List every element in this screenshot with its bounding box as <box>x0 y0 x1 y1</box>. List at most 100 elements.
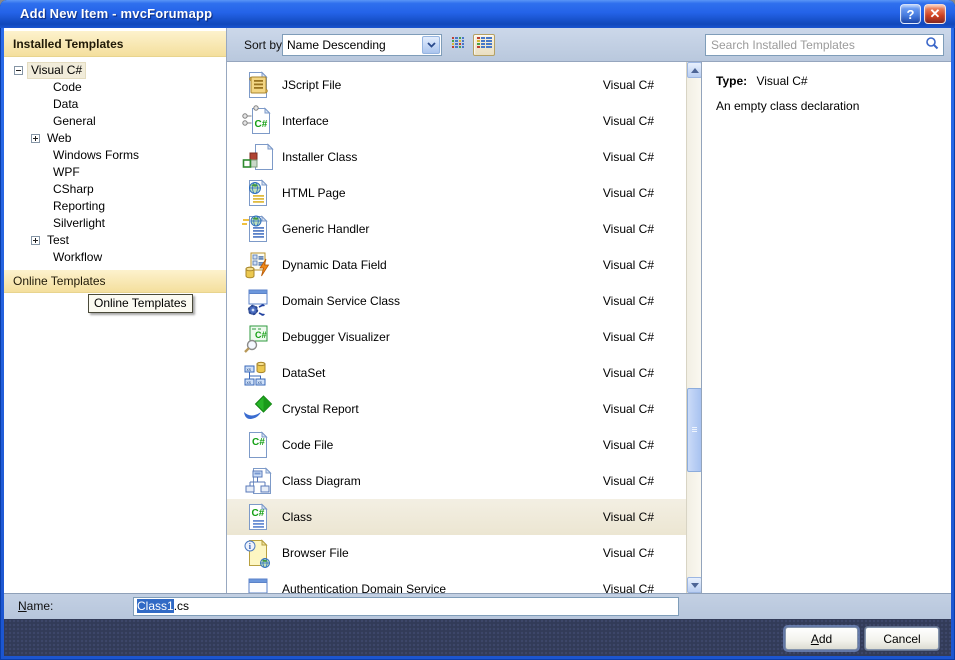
tree-item-label[interactable]: CSharp <box>50 182 97 197</box>
scrollbar-down-icon[interactable] <box>687 577 702 593</box>
tree-item-data[interactable]: Data <box>4 96 226 113</box>
tree-item-label[interactable]: General <box>50 114 99 129</box>
chevron-down-icon <box>422 36 440 54</box>
tree-item-code[interactable]: Code <box>4 79 226 96</box>
svg-text:C#: C# <box>252 508 265 519</box>
list-scrollbar[interactable] <box>686 62 701 593</box>
tree-item-label[interactable]: Code <box>50 80 85 95</box>
list-item-jscript-file[interactable]: JScript FileVisual C# <box>227 67 686 103</box>
medium-icons-view-button[interactable] <box>473 34 495 56</box>
cancel-button[interactable]: Cancel <box>865 627 939 650</box>
list-item-dynamic-data-field[interactable]: Dynamic Data FieldVisual C# <box>227 247 686 283</box>
help-icon: ? <box>907 7 915 22</box>
html-page-icon <box>242 177 274 209</box>
title-bar[interactable]: Add New Item - mvcForumapp ? ✕ <box>0 0 955 28</box>
add-button[interactable]: Add <box>785 627 858 650</box>
search-icon[interactable] <box>925 36 939 55</box>
template-name: Domain Service Class <box>282 294 400 308</box>
tree-item-wpf[interactable]: WPF <box>4 164 226 181</box>
debugger-visualizer-icon: C# <box>242 321 274 353</box>
templates-sidebar: Installed Templates Visual C#Code Data Gen… <box>4 28 226 593</box>
tree-item-general[interactable]: General <box>4 113 226 130</box>
tree-item-label[interactable]: Test <box>44 233 72 248</box>
tree-item-label[interactable]: Silverlight <box>50 216 108 231</box>
list-item-class[interactable]: C#ClassVisual C# <box>227 499 686 535</box>
template-category: Visual C# <box>603 366 654 380</box>
tree-item-csharp[interactable]: CSharp <box>4 181 226 198</box>
template-name: Class Diagram <box>282 474 361 488</box>
tree-expander-plus-icon[interactable] <box>31 134 40 143</box>
list-item-debugger-visualizer[interactable]: C#Debugger VisualizerVisual C# <box>227 319 686 355</box>
add-new-item-dialog: Add New Item - mvcForumapp ? ✕ Installed… <box>0 0 955 660</box>
template-category: Visual C# <box>603 294 654 308</box>
tree-item-label[interactable]: Windows Forms <box>50 148 142 163</box>
template-name: Code File <box>282 438 333 452</box>
tree-item-web[interactable]: Web <box>4 130 226 147</box>
tree-item-windows-forms[interactable]: Windows Forms <box>4 147 226 164</box>
template-name: Crystal Report <box>282 402 359 416</box>
code-file-icon: C# <box>242 429 274 461</box>
template-category: Visual C# <box>603 474 654 488</box>
tree-item-workflow[interactable]: Workflow <box>4 249 226 266</box>
name-input[interactable]: Class1.cs <box>133 597 679 616</box>
list-item-generic-handler[interactable]: Generic HandlerVisual C# <box>227 211 686 247</box>
template-category: Visual C# <box>603 222 654 236</box>
scrollbar-up-icon[interactable] <box>687 62 702 78</box>
template-category: Visual C# <box>603 258 654 272</box>
class-icon: C# <box>242 501 274 533</box>
template-name: Debugger Visualizer <box>282 330 390 344</box>
tree-item-silverlight[interactable]: Silverlight <box>4 215 226 232</box>
template-type-line: Type: Visual C# <box>716 74 951 88</box>
list-item-installer-class[interactable]: Installer Class Visual C# <box>227 139 686 175</box>
template-name: Installer Class <box>282 150 357 164</box>
template-description: An empty class declaration <box>716 99 951 113</box>
template-name: JScript File <box>282 78 341 92</box>
scrollbar-thumb[interactable] <box>687 388 702 472</box>
tree-item-label[interactable]: Data <box>50 97 81 112</box>
list-item-dataset[interactable]: xsxsxsDataSetVisual C# <box>227 355 686 391</box>
sort-dropdown[interactable]: Name Descending <box>282 34 442 56</box>
tree-item-test[interactable]: Test <box>4 232 226 249</box>
domain-service-class-icon <box>242 285 274 317</box>
tree-item-label[interactable]: Web <box>44 131 74 146</box>
list-item-crystal-report[interactable]: Crystal ReportVisual C# <box>227 391 686 427</box>
templates-tree: Visual C#Code Data General Web Windows Forms… <box>4 62 226 266</box>
tree-expander-minus-icon[interactable] <box>14 66 23 75</box>
class-diagram-icon <box>242 465 274 497</box>
browser-file-icon: i <box>242 537 274 569</box>
generic-handler-icon <box>242 213 274 245</box>
tree-item-label[interactable]: Visual C# <box>27 62 86 79</box>
installed-templates-header[interactable]: Installed Templates <box>4 31 226 57</box>
sort-by-label: Sort by: <box>244 38 285 52</box>
list-item-class-diagram[interactable]: Class Diagram Visual C# <box>227 463 686 499</box>
tree-expander-plus-icon[interactable] <box>31 236 40 245</box>
list-item-code-file[interactable]: C#Code FileVisual C# <box>227 427 686 463</box>
list-item-html-page[interactable]: HTML PageVisual C# <box>227 175 686 211</box>
template-details-panel: Type: Visual C# An empty class declarati… <box>701 62 951 593</box>
close-button[interactable]: ✕ <box>924 4 946 24</box>
search-input[interactable] <box>706 38 925 52</box>
dynamic-data-field-icon <box>242 249 274 281</box>
list-item-authentication-domain-service[interactable]: Authentication Domain ServiceVisual C# <box>227 571 686 593</box>
list-item-browser-file[interactable]: iBrowser FileVisual C# <box>227 535 686 571</box>
template-name: Interface <box>282 114 329 128</box>
tree-item-reporting[interactable]: Reporting <box>4 198 226 215</box>
close-icon: ✕ <box>930 6 941 22</box>
small-icons-view-button[interactable] <box>447 34 469 56</box>
list-item-domain-service-class[interactable]: Domain Service Class Visual C# <box>227 283 686 319</box>
tree-item-label[interactable]: Workflow <box>50 250 105 265</box>
medium-icons-view-icon <box>477 36 492 55</box>
online-templates-header[interactable]: Online Templates <box>4 270 226 293</box>
list-item-interface[interactable]: C#InterfaceVisual C# <box>227 103 686 139</box>
tree-item-visual-c-[interactable]: Visual C# <box>4 62 226 79</box>
tree-item-label[interactable]: Reporting <box>50 199 108 214</box>
help-button[interactable]: ? <box>900 4 921 24</box>
svg-text:xs: xs <box>258 380 263 385</box>
crystal-report-icon <box>242 393 274 425</box>
dataset-icon: xsxsxs <box>242 357 274 389</box>
dialog-content: Installed Templates Visual C#CodeDataGen… <box>4 28 951 656</box>
tree-item-label[interactable]: WPF <box>50 165 83 180</box>
template-category: Visual C# <box>603 150 654 164</box>
svg-text:C#: C# <box>255 119 268 130</box>
template-category: Visual C# <box>603 546 654 560</box>
